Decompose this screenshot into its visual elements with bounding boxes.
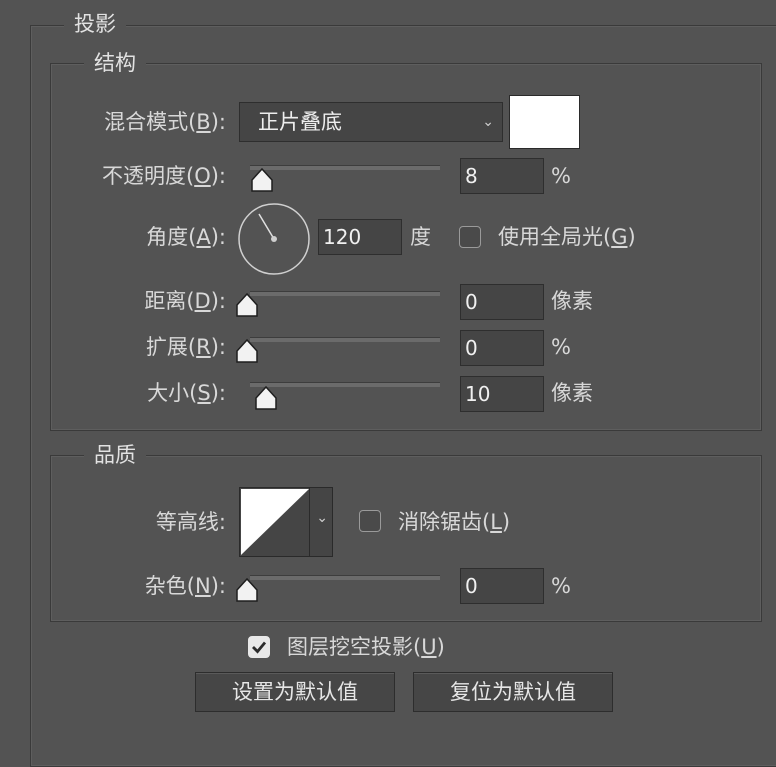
noise-input[interactable]: 0 (460, 568, 544, 604)
global-light-label: 使用全局光(G) (498, 225, 636, 249)
contour-preview-icon (241, 489, 309, 555)
distance-label: 距离(D): (144, 289, 226, 313)
shadow-color-swatch[interactable] (509, 95, 580, 149)
reset-default-button[interactable]: 复位为默认值 (413, 672, 613, 712)
angle-label: 角度(A): (146, 225, 226, 249)
opacity-input[interactable]: 8 (460, 158, 544, 194)
distance-slider-thumb[interactable] (236, 293, 258, 317)
noise-unit: % (551, 574, 571, 598)
anti-alias-label: 消除锯齿(L) (398, 510, 511, 534)
opacity-label: 不透明度(O): (101, 164, 226, 188)
size-slider-track[interactable] (250, 382, 440, 387)
spread-unit: % (551, 335, 571, 359)
noise-slider-track[interactable] (250, 575, 440, 580)
spread-label: 扩展(R): (145, 335, 226, 359)
size-input[interactable]: 10 (460, 376, 544, 412)
structure-title: 结构 (84, 51, 146, 75)
distance-unit: 像素 (551, 289, 593, 313)
noise-label: 杂色(N): (144, 574, 226, 598)
angle-unit: 度 (410, 225, 431, 249)
chevron-down-icon: ⌄ (316, 510, 328, 526)
distance-input[interactable]: 0 (460, 284, 544, 320)
contour-label: 等高线: (155, 510, 226, 534)
noise-slider-thumb[interactable] (236, 578, 258, 602)
chevron-down-icon: ⌄ (482, 114, 494, 130)
blend-mode-value: 正片叠底 (258, 110, 342, 134)
spread-input[interactable]: 0 (460, 330, 544, 366)
quality-title: 品质 (84, 443, 146, 467)
set-default-button[interactable]: 设置为默认值 (195, 672, 395, 712)
angle-dial[interactable] (237, 202, 311, 276)
knockout-label: 图层挖空投影(U) (287, 635, 445, 659)
knockout-checkbox[interactable] (248, 636, 270, 658)
opacity-unit: % (551, 164, 571, 188)
anti-alias-checkbox[interactable] (359, 510, 381, 532)
contour-picker[interactable]: ⌄ (239, 487, 333, 557)
blend-mode-select[interactable]: 正片叠底 ⌄ (239, 102, 503, 142)
opacity-slider-track[interactable] (250, 165, 440, 170)
spread-slider-thumb[interactable] (236, 339, 258, 363)
opacity-slider-thumb[interactable] (251, 168, 273, 192)
distance-slider-track[interactable] (250, 291, 440, 296)
size-label: 大小(S): (147, 381, 226, 405)
checkmark-icon (252, 641, 267, 654)
blend-mode-label: 混合模式(B): (104, 110, 226, 134)
angle-input[interactable]: 120 (318, 219, 402, 255)
global-light-checkbox[interactable] (459, 226, 481, 248)
spread-slider-track[interactable] (250, 337, 440, 342)
size-slider-thumb[interactable] (255, 386, 277, 410)
size-unit: 像素 (551, 381, 593, 405)
section-title: 投影 (64, 12, 126, 36)
